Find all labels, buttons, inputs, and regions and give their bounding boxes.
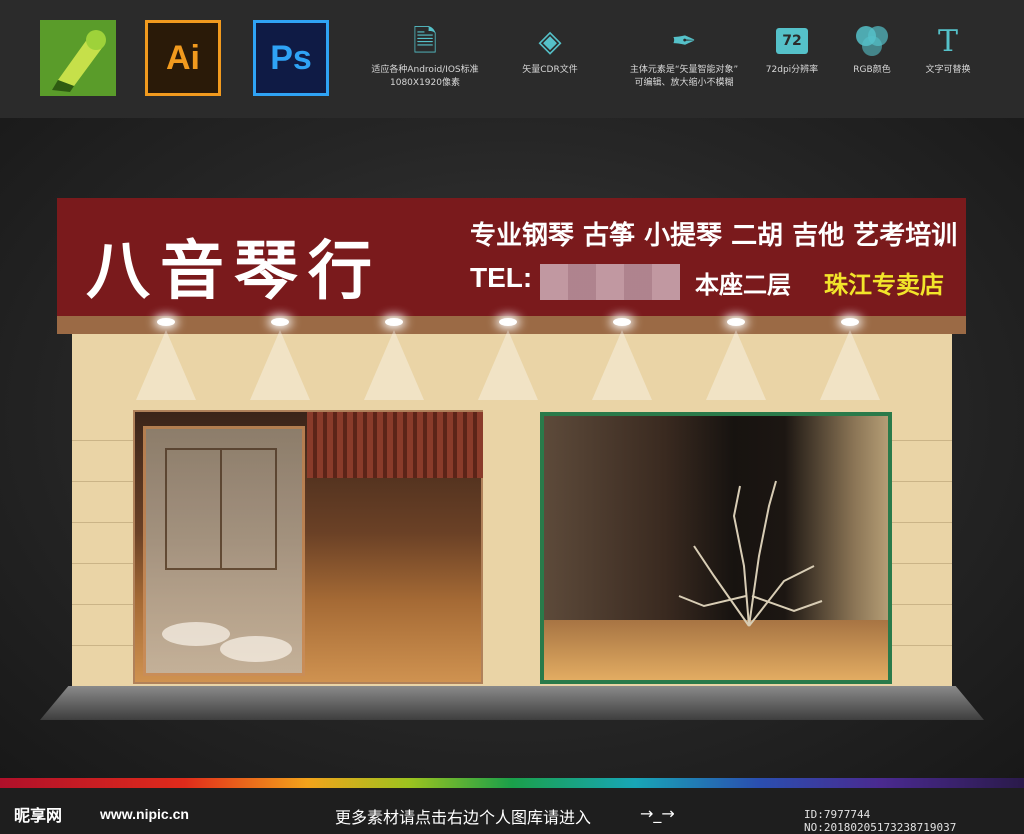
feature-resolution-standard: 🗎 适应各种Android/IOS标准 1080X1920像素 [355,18,495,90]
ground-step [40,686,984,720]
spotlight [841,318,859,326]
dry-branch-decor [678,480,823,627]
pixelated-phone-number [540,264,680,300]
photoshop-icon: Ps [253,20,329,96]
arrow-icon: →_→ [640,804,675,823]
feature-line: 文字可替换 [925,65,971,75]
spotlight [157,318,175,326]
light-cone [136,330,196,400]
services-text: 专业钢琴 古筝 小提琴 二胡 吉他 艺考培训 [470,221,958,251]
entrance-door [133,410,483,684]
more-materials-text: 更多素材请点击右边个人图库请进入 [335,808,592,827]
tel-label: TEL: [470,262,533,293]
floor-text: 本座二层 [695,271,791,299]
feature-line: 可编辑、放大缩小不模糊 [634,78,734,88]
light-cone [820,330,880,400]
feature-line: 矢量CDR文件 [522,65,578,75]
wall-tiles-left [72,410,134,686]
rainbow-stripe [0,778,1024,788]
feature-vector-cdr: ◈ 矢量CDR文件 [480,18,620,77]
illustrator-icon: Ai [145,20,221,96]
document-icon: 🗎 [412,23,438,59]
light-cone [706,330,766,400]
text-T-icon: T [937,23,958,59]
site-url[interactable]: www.nipic.cn [100,806,189,822]
display-window [540,412,892,684]
spotlight [271,318,289,326]
wood-slat-panel [307,412,483,478]
light-cone [478,330,538,400]
feature-text-replace: T 文字可替换 [878,18,1018,77]
light-cone [250,330,310,400]
glass-door-panel [143,426,305,676]
spotlight [385,318,403,326]
store-type-text: 珠江专卖店 [824,271,944,299]
layers-icon: ◈ [538,23,562,59]
light-cone [592,330,652,400]
shop-name: 八音琴行 [86,234,382,309]
spotlight [613,318,631,326]
light-cone [364,330,424,400]
feature-bar: Ai Ps 🗎 适应各种Android/IOS标准 1080X1920像素 ◈ … [0,0,1024,118]
site-brand: 昵享网 [14,806,63,825]
spotlight [499,318,517,326]
image-id: ID:7977744 NO:20180205173238719037 [804,808,957,834]
feature-line: 1080X1920像素 [390,78,460,88]
wall-tiles-right [892,410,952,686]
feature-line: 适应各种Android/IOS标准 [371,65,479,75]
coreldraw-icon [40,20,116,96]
spotlight [727,318,745,326]
